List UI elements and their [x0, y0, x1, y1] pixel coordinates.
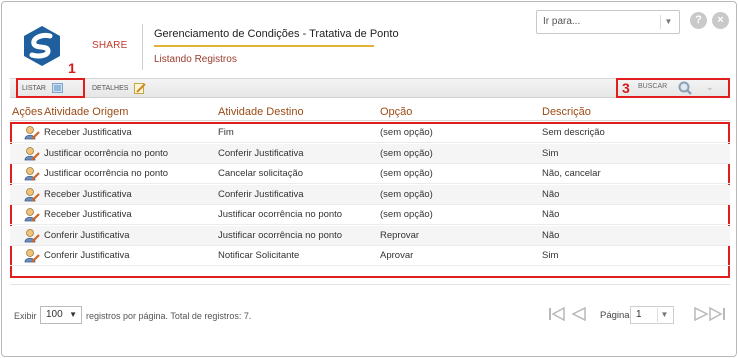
- tab-detalhes-label: DETALHES: [92, 85, 129, 92]
- table-row[interactable]: Receber Justificativa Conferir Justificat…: [10, 184, 730, 205]
- edit-user-icon[interactable]: [24, 207, 40, 223]
- chevron-down-icon[interactable]: ▼: [660, 15, 676, 29]
- goto-select[interactable]: Ir para... ▼: [536, 10, 680, 34]
- edit-user-icon[interactable]: [24, 166, 40, 182]
- cell-atividade-destino: Notificar Solicitante: [218, 250, 300, 261]
- cell-atividade-destino: Justificar ocorrência no ponto: [218, 209, 343, 220]
- cell-descricao: Não, cancelar: [542, 168, 601, 179]
- cell-opcao: (sem opção): [380, 168, 433, 179]
- cell-atividade-origem: Conferir Justificativa: [44, 250, 130, 261]
- close-icon[interactable]: ×: [712, 12, 729, 29]
- total-records-text: registros por página. Total de registros…: [86, 311, 252, 321]
- cell-atividade-origem: Conferir Justificativa: [44, 229, 130, 241]
- cell-atividade-origem: Receber Justificativa: [44, 209, 132, 220]
- edit-user-icon[interactable]: [24, 228, 40, 244]
- table-row[interactable]: Receber Justificativa Justificar ocorrênc…: [10, 205, 730, 225]
- annotation-box-1: [16, 78, 85, 98]
- table-row[interactable]: Justificar ocorrência no ponto Cancelar s…: [10, 164, 730, 184]
- goto-select-value: Ir para...: [543, 16, 581, 27]
- cell-descricao: Sem descrição: [542, 127, 605, 138]
- help-icon[interactable]: ?: [690, 12, 707, 29]
- cell-opcao: (sem opção): [380, 127, 433, 138]
- page-select[interactable]: 1 ▼: [630, 306, 674, 324]
- footer-divider: [10, 284, 730, 285]
- last-page-icon[interactable]: [708, 306, 728, 322]
- page-title: Gerenciamento de Condições - Tratativa d…: [154, 28, 399, 40]
- cell-atividade-origem: Receber Justificativa: [44, 127, 132, 138]
- cell-atividade-origem: Receber Justificativa: [44, 188, 132, 200]
- cell-atividade-destino: Fim: [218, 127, 234, 138]
- cell-descricao: Não: [542, 209, 560, 220]
- table-row[interactable]: Justificar ocorrência no ponto Conferir J…: [10, 143, 730, 164]
- annotation-number-1: 1: [68, 60, 76, 76]
- edit-user-icon[interactable]: [24, 187, 40, 203]
- column-header-origem[interactable]: Atividade Origem: [44, 106, 128, 118]
- share-logo: [24, 26, 60, 66]
- cell-opcao: (sem opção): [380, 209, 433, 220]
- table-header: Ações Atividade Origem Atividade Destino…: [10, 103, 730, 121]
- header-divider: [142, 24, 143, 70]
- table-row[interactable]: Receber Justificativa Fim (sem opção) Sem d…: [10, 123, 730, 143]
- cell-atividade-origem: Justificar ocorrência no ponto: [44, 147, 169, 159]
- cell-descricao: Não: [542, 188, 560, 200]
- per-page-value: 100: [46, 309, 63, 320]
- cell-descricao: Sim: [542, 147, 559, 159]
- cell-opcao: Reprovar: [380, 229, 420, 241]
- table-row[interactable]: Conferir Justificativa Justificar ocorrên…: [10, 225, 730, 246]
- show-label: Exibir: [14, 311, 37, 321]
- previous-page-icon[interactable]: [570, 306, 588, 322]
- cell-atividade-destino: Conferir Justificativa: [218, 188, 304, 200]
- tab-detalhes[interactable]: DETALHES: [92, 79, 147, 98]
- chevron-down-icon: ▼: [69, 310, 77, 319]
- brand-name: SHARE: [92, 40, 128, 51]
- edit-user-icon[interactable]: [24, 146, 40, 162]
- column-header-opcao[interactable]: Opção: [380, 106, 412, 118]
- cell-descricao: Não: [542, 229, 560, 241]
- cell-atividade-origem: Justificar ocorrência no ponto: [44, 168, 169, 179]
- title-underline: [154, 45, 374, 47]
- annotation-box-3: [616, 78, 730, 98]
- chevron-down-icon: ▼: [657, 308, 671, 322]
- edit-user-icon[interactable]: [24, 248, 40, 264]
- cell-atividade-destino: Justificar ocorrência no ponto: [218, 229, 343, 241]
- first-page-icon[interactable]: [548, 306, 568, 322]
- cell-atividade-destino: Cancelar solicitação: [218, 168, 304, 179]
- cell-atividade-destino: Conferir Justificativa: [218, 147, 304, 159]
- table-row[interactable]: Conferir Justificativa Notificar Solicita…: [10, 246, 730, 266]
- per-page-select[interactable]: 100 ▼: [40, 306, 82, 324]
- annotation-number-3: 3: [622, 80, 630, 96]
- cell-opcao: (sem opção): [380, 188, 433, 200]
- edit-icon: [134, 83, 147, 95]
- column-header-destino[interactable]: Atividade Destino: [218, 106, 304, 118]
- page-subtitle: Listando Registros: [154, 54, 237, 65]
- page-label: Página:: [600, 310, 633, 321]
- edit-user-icon[interactable]: [24, 125, 40, 141]
- cell-opcao: (sem opção): [380, 147, 433, 159]
- cell-opcao: Aprovar: [380, 250, 414, 261]
- cell-descricao: Sim: [542, 250, 559, 261]
- page-select-value: 1: [636, 309, 642, 320]
- column-header-descricao[interactable]: Descrição: [542, 106, 591, 118]
- main-window: SHARE Gerenciamento de Condições - Trata…: [1, 1, 737, 357]
- column-header-acoes[interactable]: Ações: [12, 106, 43, 118]
